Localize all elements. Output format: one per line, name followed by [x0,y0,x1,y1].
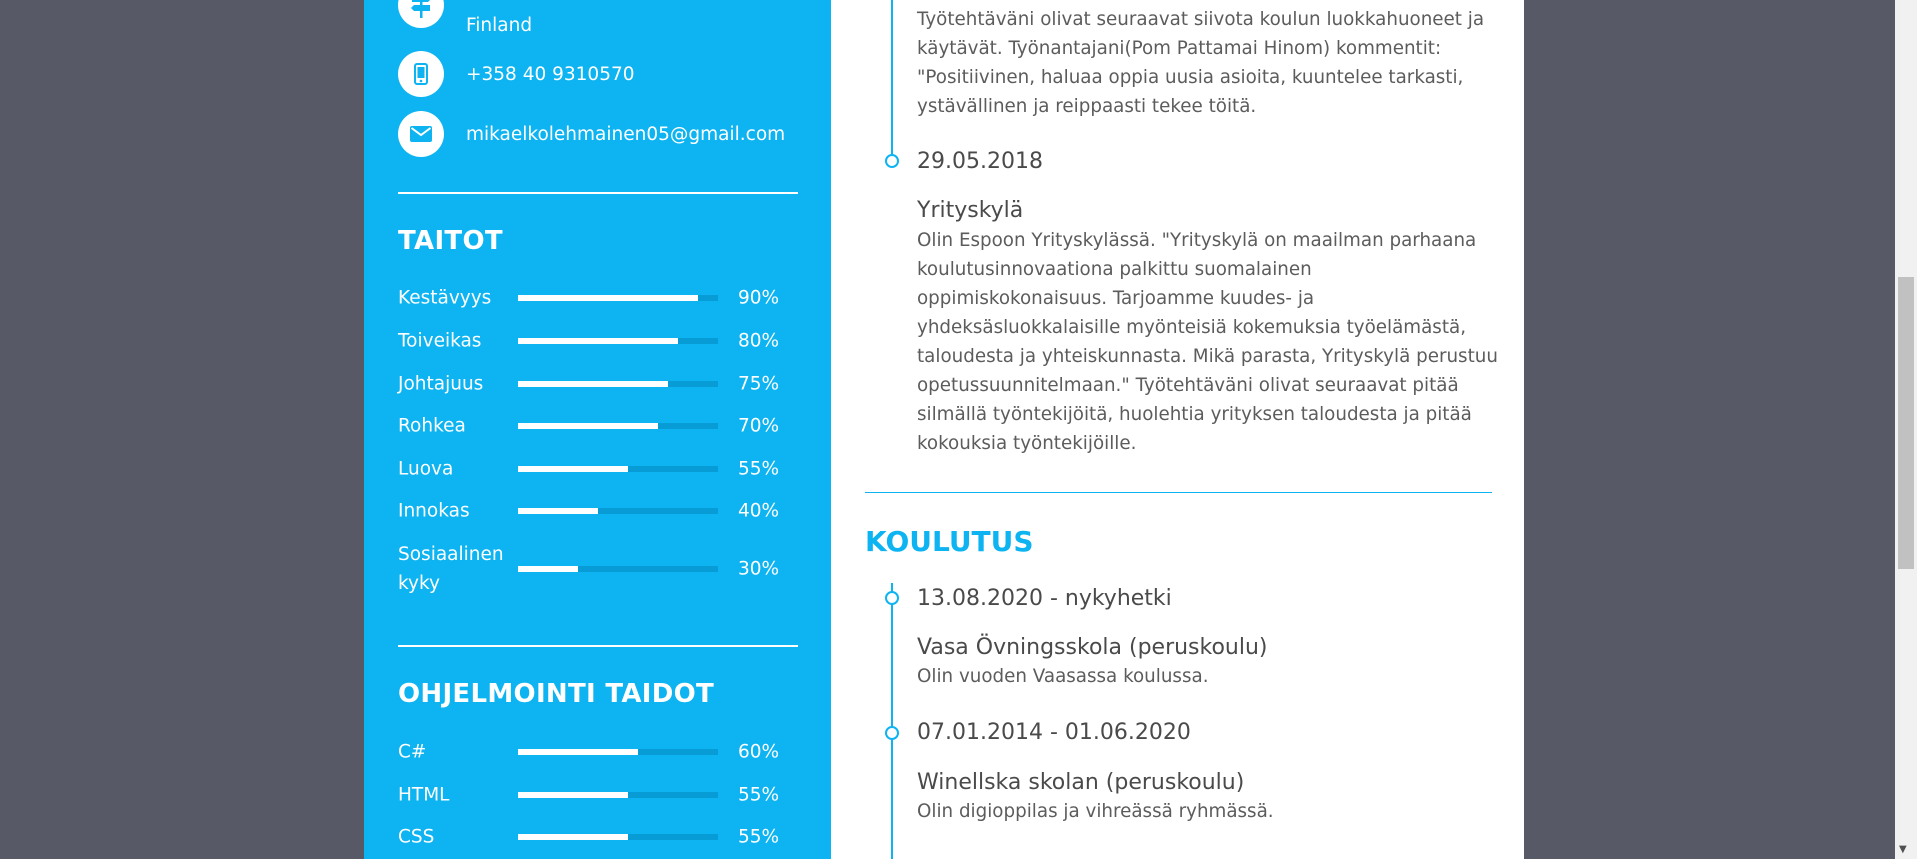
education-entry-date: 07.01.2014 - 01.06.2020 [917,720,1191,745]
signpost-icon [398,0,444,28]
skill-label: Toiveikas [398,330,482,352]
skill-row: Innokas 40% [398,496,798,526]
skill-bar-fill [518,566,578,572]
skill-label: Rohkea [398,415,466,437]
skill-percent: 30% [738,558,780,580]
skill-label: Sosiaalinen kyky [398,544,504,594]
experience-entry-description: Työtehtäväni olivat seuraavat siivota ko… [917,9,1485,117]
education-entry-date: 13.08.2020 - nykyhetki [917,586,1172,611]
skill-bar-fill [518,338,678,344]
scroll-down-arrow-icon[interactable]: ▼ [1899,845,1907,855]
skill-bar [518,749,718,755]
skill-bar-fill [518,792,628,798]
page-scrollbar[interactable]: ▼ [1895,0,1917,859]
skill-percent: 55% [738,826,780,848]
skill-bar-fill [518,749,638,755]
skill-label: Johtajuus [398,373,484,395]
skill-bar [518,792,718,798]
skill-bar [518,566,718,572]
skill-bar [518,508,718,514]
education-entry-title: Vasa Övningsskola (peruskoulu) [917,635,1268,660]
skill-percent: 40% [738,500,780,522]
skill-bar-fill [518,466,628,472]
scrollbar-thumb[interactable] [1898,277,1914,569]
education-title: KOULUTUS [865,525,1034,558]
skill-label: Innokas [398,500,470,522]
skill-bar-fill [518,381,668,387]
envelope-icon [398,111,444,157]
skill-bar [518,381,718,387]
skill-row: CSS 55% [398,822,798,852]
skill-row: Johtajuus 75% [398,369,798,399]
skill-percent: 55% [738,458,780,480]
skill-row: HTML 55% [398,780,798,810]
education-entry-description: Olin vuoden Vaasassa koulussa. [917,666,1209,687]
skill-percent: 90% [738,287,780,309]
skill-bar-fill [518,295,698,301]
skill-percent: 60% [738,741,780,763]
skill-bar-fill [518,423,658,429]
sidebar-divider [398,645,798,647]
skill-bar-fill [518,508,598,514]
skill-label: C# [398,741,427,763]
skill-label: Kestävyys [398,287,492,309]
experience-entry-title: Yrityskylä [917,198,1024,223]
skill-row: Kestävyys 90% [398,283,798,313]
skill-bar [518,338,718,344]
education-entry-description: Olin digioppilas ja vihreässä ryhmässä. [917,801,1274,822]
skill-percent: 75% [738,373,780,395]
skill-label: CSS [398,826,435,848]
sidebar-divider [398,192,798,194]
skill-row: Sosiaalinen kyky 30% [398,544,798,594]
education-timeline-line [891,583,893,859]
email-text[interactable]: mikaelkolehmainen05@gmail.com [466,120,785,149]
contact-address: Finland [398,0,532,36]
skills-title: TAITOT [398,226,503,256]
skill-bar [518,423,718,429]
timeline-dot [885,154,899,168]
skill-bar [518,466,718,472]
resume-page: Finland +358 40 9310570 mikaelkolehmaine… [364,0,1524,859]
address-text: Finland [466,15,533,36]
contact-email: mikaelkolehmainen05@gmail.com [398,111,785,157]
experience-entry-description: Olin Espoon Yrityskylässä. "Yrityskylä o… [917,230,1498,454]
main-content: Työtehtäväni olivat seuraavat siivota ko… [831,0,1524,859]
sidebar: Finland +358 40 9310570 mikaelkolehmaine… [364,0,831,859]
skill-label: Luova [398,458,454,480]
experience-entry-date: 29.05.2018 [917,149,1043,174]
skill-percent: 55% [738,784,780,806]
timeline-dot [885,726,899,740]
skill-row: Rohkea 70% [398,411,798,441]
skill-label: HTML [398,784,450,806]
contact-phone: +358 40 9310570 [398,51,635,97]
skill-bar-fill [518,834,628,840]
skill-percent: 80% [738,330,780,352]
skill-percent: 70% [738,415,780,437]
education-entry-title: Winellska skolan (peruskoulu) [917,770,1245,795]
skill-bar [518,295,718,301]
skill-row: Luova 55% [398,454,798,484]
experience-timeline-line [891,0,893,162]
phone-text[interactable]: +358 40 9310570 [466,60,635,89]
programming-skills-title: OHJELMOINTI TAIDOT [398,679,715,709]
skill-bar [518,834,718,840]
section-divider [865,492,1492,493]
timeline-dot [885,591,899,605]
skill-row: Toiveikas 80% [398,326,798,356]
mobile-phone-icon [398,51,444,97]
skill-row: C# 60% [398,737,798,767]
